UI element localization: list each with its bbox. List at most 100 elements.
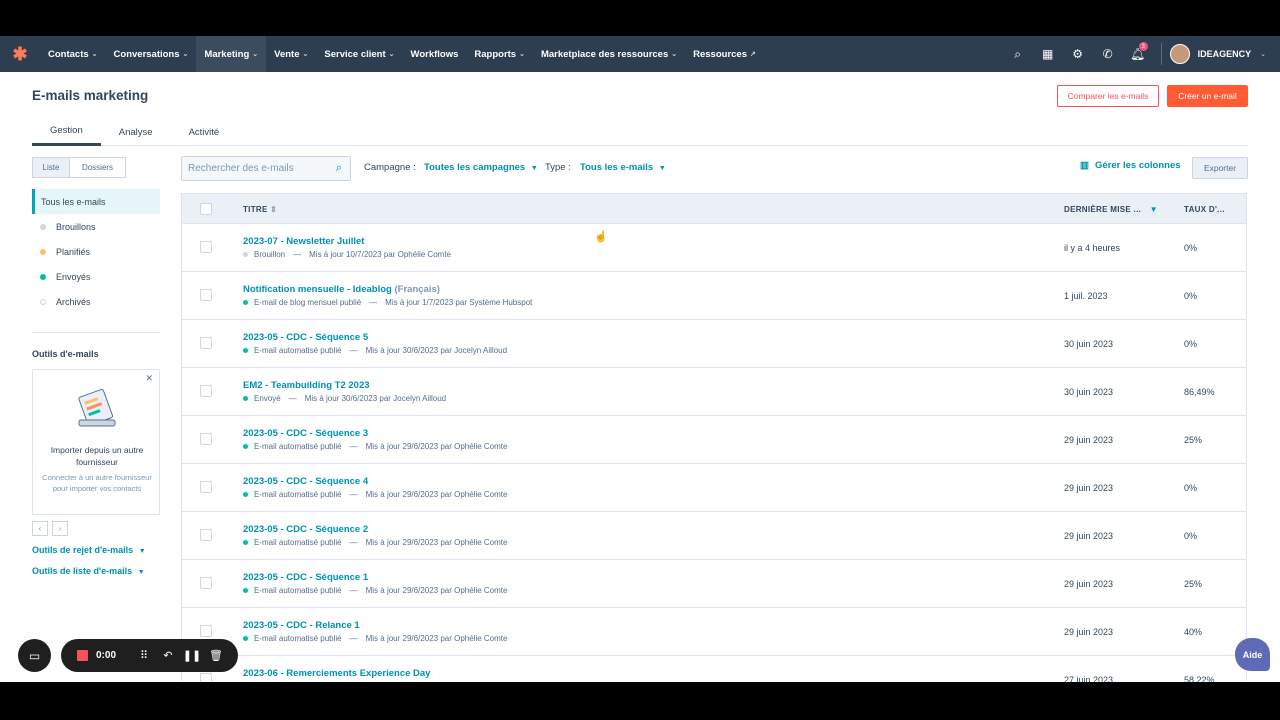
sidebar-filters: Tous les e-mails Brouillons Planifiés Envoy…: [32, 189, 160, 314]
tab-activite[interactable]: Activité: [171, 118, 238, 146]
column-header-last-updated[interactable]: DERNIÈRE MISE ... ▼: [1064, 205, 1158, 214]
email-updated-info: Mis à jour 1/7/2023 par Système Hubspot: [385, 298, 533, 307]
settings-gear-icon[interactable]: ⚙: [1063, 36, 1093, 72]
email-title-link[interactable]: EM2 - Teambuilding T2 2023: [243, 380, 370, 391]
column-header-title[interactable]: TITRE ⇕: [243, 205, 277, 214]
pause-icon[interactable]: ❚❚: [180, 649, 204, 662]
search-input[interactable]: [188, 160, 318, 177]
email-status: E-mail automatisé publié: [254, 442, 342, 451]
row-checkbox[interactable]: [200, 337, 212, 349]
nav-item-rapports[interactable]: Rapports ⌄: [466, 36, 533, 72]
email-meta: Brouillon — Mis à jour 10/7/2023 par Ophél…: [243, 250, 451, 259]
tab-gestion[interactable]: Gestion: [32, 118, 101, 146]
email-title-link[interactable]: 2023-07 - Newsletter Juillet: [243, 236, 364, 247]
search-icon[interactable]: ⌕: [1003, 36, 1033, 72]
status-dot-icon: [40, 298, 46, 305]
email-title-link[interactable]: 2023-05 - CDC - Séquence 1: [243, 572, 368, 583]
nav-divider: [1160, 43, 1162, 65]
chevron-left-icon[interactable]: ‹: [32, 521, 48, 536]
row-checkbox[interactable]: [200, 289, 212, 301]
type-filter-dropdown[interactable]: Tous les e-mails ▼: [580, 162, 666, 173]
chevron-down-icon: ⌄: [519, 51, 525, 58]
bounce-tools-link[interactable]: Outils de rejet d'e-mails ▼: [32, 545, 146, 555]
sidebar-item-1[interactable]: Brouillons: [32, 214, 160, 239]
chevron-down-icon: ⌄: [182, 51, 189, 58]
close-icon[interactable]: ✕: [145, 373, 153, 384]
sidebar-item-4[interactable]: Archivés: [32, 289, 160, 314]
sidebar-item-0[interactable]: Tous les e-mails: [32, 189, 160, 214]
email-status: E-mail automatisé publié: [254, 346, 342, 355]
manage-columns-button[interactable]: ▥ Gérer les colonnes: [1080, 160, 1181, 171]
card-pager: ‹ ›: [32, 521, 68, 536]
nav-item-label: Workflows: [410, 48, 459, 60]
email-title-link[interactable]: 2023-05 - CDC - Séquence 5: [243, 332, 368, 343]
card-description: Connecter à un autre fournisseur pour im…: [42, 473, 152, 493]
caret-down-icon: ▼: [658, 165, 666, 172]
status-dot-icon: [243, 492, 248, 497]
row-checkbox[interactable]: [200, 625, 212, 637]
row-checkbox[interactable]: [200, 385, 212, 397]
stop-recording-button[interactable]: [77, 650, 88, 661]
sidebar-item-label: Brouillons: [56, 221, 96, 232]
email-title: 2023-05 - CDC - Séquence 1: [243, 572, 369, 583]
sidebar-item-2[interactable]: Planifiés: [32, 239, 160, 264]
nav-item-contacts[interactable]: Contacts ⌄: [40, 36, 106, 72]
user-avatar[interactable]: [1169, 44, 1190, 64]
chevron-down-icon[interactable]: ⌄: [1260, 50, 1266, 58]
nav-item-conversations[interactable]: Conversations ⌄: [106, 36, 197, 72]
email-title-link[interactable]: 2023-06 - Remerciements Experience Day: [243, 668, 430, 679]
nav-item-marketing[interactable]: Marketing ⌄: [196, 36, 267, 72]
email-title-link[interactable]: 2023-05 - CDC - Séquence 2: [243, 524, 368, 535]
email-title-link[interactable]: 2023-05 - CDC - Relance 1: [243, 620, 360, 631]
chevron-right-icon[interactable]: ›: [52, 521, 68, 536]
drag-handle-icon[interactable]: ⠿: [132, 649, 156, 662]
campaign-filter-dropdown[interactable]: Toutes les campagnes ▼: [424, 162, 538, 173]
tab-analyse[interactable]: Analyse: [101, 118, 171, 146]
nav-item-service-client[interactable]: Service client ⌄: [316, 36, 402, 72]
email-meta: Envoyé — Mis à jour 30/6/2023 par Jocelyn …: [243, 394, 446, 403]
list-view-button[interactable]: Liste: [32, 157, 70, 178]
row-checkbox[interactable]: [200, 481, 212, 493]
search-icon[interactable]: ⌕: [336, 162, 342, 175]
compare-emails-button[interactable]: Comparer les e-mails: [1057, 85, 1159, 107]
nav-item-workflows[interactable]: Workflows: [403, 36, 467, 72]
account-name[interactable]: IDEAGENCY: [1198, 49, 1252, 59]
column-header-rate[interactable]: TAUX D'...: [1184, 205, 1225, 214]
camera-toggle-button[interactable]: ▭: [18, 639, 51, 672]
email-title-link[interactable]: Notification mensuelle - Ideablog (Franç…: [243, 284, 440, 295]
tab-bar: Gestion Analyse Activité: [32, 118, 1248, 146]
row-checkbox[interactable]: [200, 673, 212, 682]
nav-item-ressources[interactable]: Ressources ↗: [685, 36, 764, 72]
import-illustration-icon: [78, 388, 116, 427]
nav-item-vente[interactable]: Vente ⌄: [266, 36, 316, 72]
nav-item-marketplace-des-ressources[interactable]: Marketplace des ressources ⌄: [533, 36, 685, 72]
import-tool-card[interactable]: ✕ Importer depuis un autre fournisseur C…: [32, 369, 160, 515]
email-title-link[interactable]: 2023-05 - CDC - Séquence 3: [243, 428, 368, 439]
calling-icon[interactable]: ✆: [1093, 36, 1123, 72]
select-all-checkbox[interactable]: [200, 203, 212, 215]
row-checkbox[interactable]: [200, 241, 212, 253]
notifications-bell-icon[interactable]: 🔔︎ 3: [1123, 36, 1153, 72]
nav-menu: Contacts ⌄ Conversations ⌄ Marketing ⌄ Vente ⌄ S…: [40, 36, 764, 72]
status-dot-icon: [243, 252, 248, 257]
marketplace-icon[interactable]: ▦: [1033, 36, 1063, 72]
email-rate: 0%: [1184, 483, 1198, 493]
row-checkbox[interactable]: [200, 433, 212, 445]
email-updated-info: Mis à jour 10/7/2023 par Ophélie Comte: [309, 250, 451, 259]
email-title: Notification mensuelle - Ideablog: [243, 284, 392, 295]
hubspot-logo-icon[interactable]: ✱: [0, 36, 40, 72]
app-window: ✱ Contacts ⌄ Conversations ⌄ Marketing ⌄ Vente…: [0, 36, 1280, 682]
list-tools-link[interactable]: Outils de liste d'e-mails ▼: [32, 566, 145, 576]
row-checkbox[interactable]: [200, 529, 212, 541]
nav-utilities: ⌕ ▦ ⚙ ✆ 🔔︎ 3 IDEAGENCY ⌄: [1003, 36, 1280, 72]
undo-icon[interactable]: ↶: [156, 649, 180, 662]
export-button[interactable]: Exporter: [1192, 157, 1248, 179]
help-button[interactable]: Aide: [1235, 638, 1270, 671]
sidebar-item-3[interactable]: Envoyés: [32, 264, 160, 289]
trash-icon[interactable]: 🗑︎: [204, 649, 228, 662]
email-title-link[interactable]: 2023-05 - CDC - Séquence 4: [243, 476, 368, 487]
sort-desc-icon: ▼: [1149, 205, 1158, 214]
row-checkbox[interactable]: [200, 577, 212, 589]
create-email-button[interactable]: Créer un e-mail: [1167, 85, 1248, 107]
folders-view-button[interactable]: Dossiers: [70, 157, 126, 178]
